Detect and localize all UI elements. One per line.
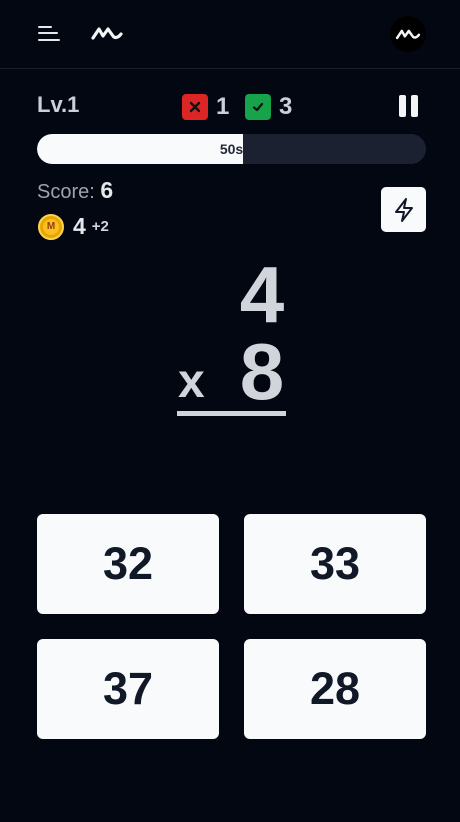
- pause-button[interactable]: [399, 95, 419, 117]
- answer-button[interactable]: 32: [37, 514, 219, 614]
- wrong-counter: 1: [182, 93, 229, 121]
- squiggle-logo-icon[interactable]: [91, 24, 123, 42]
- operand-top: 4: [239, 250, 285, 339]
- level-label: Lv.1: [37, 92, 80, 117]
- squiggle-logo-icon: [395, 29, 421, 40]
- coin-balance: M 4 +2: [38, 213, 109, 240]
- lightning-button[interactable]: [381, 187, 426, 232]
- top-bar: [0, 0, 460, 69]
- coin-count: 4: [73, 213, 86, 239]
- correct-count: 3: [279, 93, 293, 120]
- coin-letter: M: [43, 218, 59, 235]
- answer-button[interactable]: 33: [244, 514, 426, 614]
- operand-bottom: 8: [239, 327, 285, 416]
- lightning-icon: [394, 197, 413, 222]
- wrong-icon: [182, 94, 208, 120]
- menu-icon[interactable]: [38, 24, 60, 42]
- score-label: Score:: [37, 181, 95, 203]
- coin-bonus: +2: [91, 218, 109, 235]
- timer-label: 50s: [219, 141, 244, 157]
- score-value: 6: [100, 177, 114, 203]
- operator: x: [178, 355, 205, 408]
- check-icon: [245, 94, 271, 120]
- score: Score: 6: [37, 177, 113, 204]
- answer-button[interactable]: 28: [244, 639, 426, 739]
- answer-button[interactable]: 37: [37, 639, 219, 739]
- avatar[interactable]: [390, 16, 426, 52]
- coin-icon: M: [38, 213, 64, 240]
- equation-underline: [177, 411, 286, 416]
- timer-bar: 50s: [37, 134, 426, 164]
- correct-counter: 3: [245, 93, 292, 121]
- wrong-count: 1: [216, 93, 230, 120]
